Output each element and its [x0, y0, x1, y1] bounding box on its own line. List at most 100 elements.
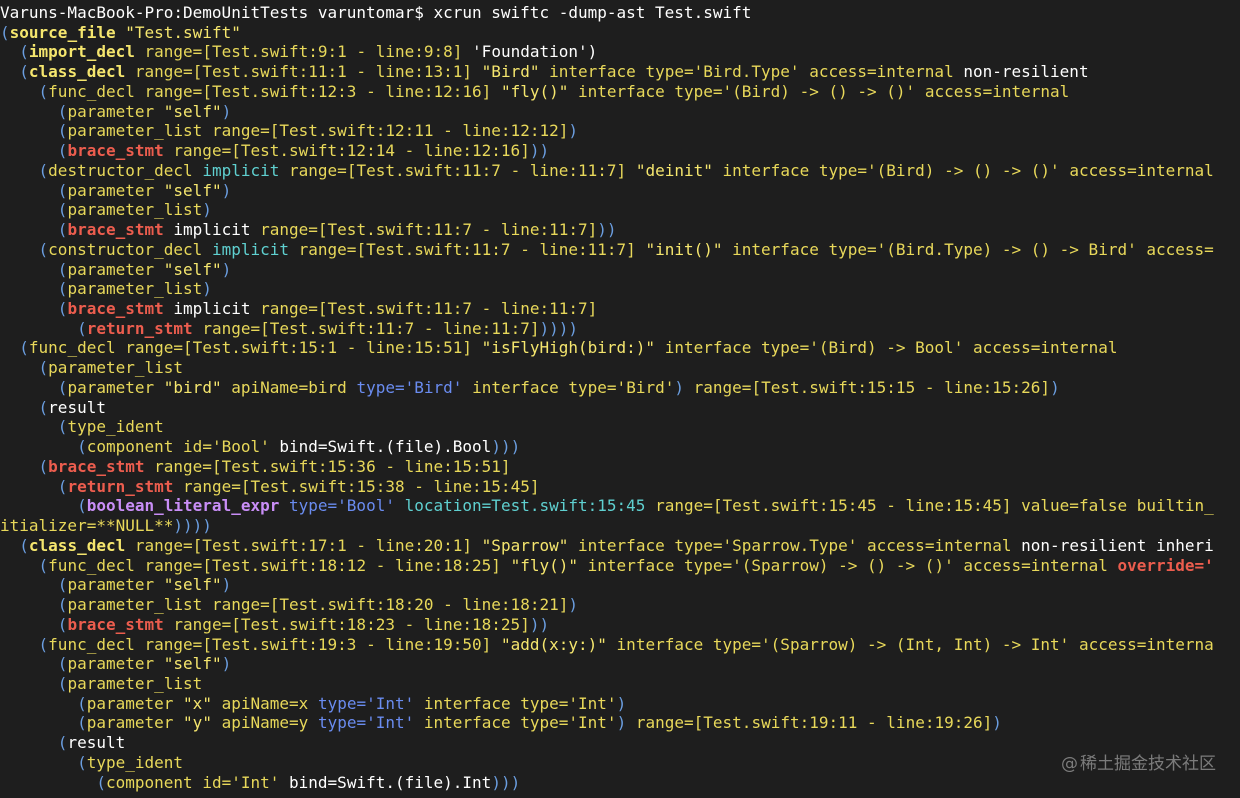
ast-token: type='Bool': [289, 496, 395, 516]
ast-token: "bird": [163, 377, 222, 397]
ast-token: [0, 773, 96, 792]
ast-token: range=[Test.swift:11:1 - line:13:1]: [134, 62, 473, 82]
ast-token: [0, 141, 58, 160]
terminal-window[interactable]: Varuns-MacBook-Pro:DemoUnitTests varunto…: [0, 0, 1240, 798]
ast-token: [1137, 240, 1147, 259]
ast-token: access=internal: [867, 535, 1012, 555]
ast-token: range=[Test.swift:11:7 - line:11:7]: [260, 299, 598, 319]
ast-token: (: [38, 555, 49, 575]
ast-token: parameter_list: [67, 673, 203, 693]
ast-output-line: (parameter_list): [0, 279, 1240, 299]
ast-token: access=internal: [809, 62, 954, 82]
ast-token: "self": [163, 180, 222, 200]
ast-token: [684, 378, 694, 397]
ast-token: type_ident: [86, 752, 184, 772]
ast-output-line: (brace_stmt range=[Test.swift:15:36 - li…: [0, 457, 1240, 477]
ast-token: [655, 338, 665, 357]
ast-token: [279, 496, 289, 515]
ast-token: range=[Test.swift:15:15 - line:15:26]: [693, 377, 1051, 397]
ast-token: interface type='(Sparrow) -> () -> ()': [587, 555, 954, 575]
ast-token: id='Int': [202, 772, 280, 792]
ast-token: implicit: [173, 220, 251, 240]
ast-token: range=[Test.swift:19:3 - line:19:50]: [144, 634, 492, 654]
ast-token: [0, 496, 77, 515]
ast-token: [568, 536, 578, 555]
ast-token: range=[Test.swift:15:38 - line:15:45]: [183, 476, 540, 496]
ast-token: [308, 713, 318, 732]
ast-token: (: [77, 693, 87, 713]
ast-output-line: (brace_stmt implicit range=[Test.swift:1…: [0, 299, 1240, 319]
ast-token: [501, 556, 511, 575]
ast-token: [723, 240, 733, 259]
ast-token: [308, 694, 318, 713]
ast-token: "deinit": [635, 160, 713, 180]
ast-output-line: (class_decl range=[Test.swift:17:1 - lin…: [0, 536, 1240, 556]
ast-token: interface type='Sparrow.Type': [578, 535, 858, 555]
ast-token: [347, 378, 357, 397]
ast-token: range=[Test.swift:17:1 - line:20:1]: [134, 535, 473, 555]
ast-token: override=': [1117, 555, 1214, 575]
ast-token: [250, 220, 260, 239]
ast-token: [626, 713, 636, 732]
ast-token: range=[Test.swift:15:36 - line:15:51]: [154, 456, 511, 476]
ast-token: [0, 398, 39, 417]
ast-token: return_stmt: [67, 476, 174, 496]
ast-token: component: [86, 437, 174, 457]
ast-token: ): [568, 595, 578, 615]
ast-token: func_decl: [48, 555, 135, 575]
ast-token: [0, 319, 77, 338]
ast-token: brace_stmt: [48, 456, 145, 476]
ast-token: interface type='(Bird.Type) -> () -> Bir…: [732, 239, 1137, 259]
ast-output-line: (result: [0, 733, 1240, 753]
ast-token: ): [221, 259, 232, 279]
ast-token: [154, 378, 164, 397]
ast-token: interface type='Int': [423, 693, 617, 713]
ast-token: [125, 62, 135, 81]
ast-output-line: (parameter "self"): [0, 181, 1240, 201]
ast-token: brace_stmt: [67, 141, 164, 161]
ast-token: parameter_list: [67, 595, 203, 615]
ast-token: [0, 200, 58, 219]
ast-token: range=[Test.swift:11:7 - line:11:7]: [260, 220, 598, 240]
ast-token: parameter_list: [67, 200, 203, 220]
ast-token: brace_stmt: [67, 220, 164, 240]
ast-token: [0, 477, 58, 496]
ast-token: [279, 161, 289, 180]
ast-output-line: (parameter "x" apiName=x type='Int' inte…: [0, 694, 1240, 714]
ast-token: func_decl: [48, 81, 135, 101]
ast-token: (: [0, 22, 10, 42]
ast-token: (: [57, 121, 68, 141]
ast-token: [154, 260, 164, 279]
ast-output-line: (return_stmt range=[Test.swift:11:7 - li…: [0, 319, 1240, 339]
ast-token: range=[Test.swift:19:11 - line:19:26]: [635, 713, 993, 733]
ast-token: [0, 62, 19, 81]
ast-token: type='Bird': [356, 377, 463, 397]
ast-token: (: [57, 417, 68, 437]
ast-token: interface type='Bird.Type': [549, 62, 800, 82]
ast-output-line: (parameter_list range=[Test.swift:18:20 …: [0, 595, 1240, 615]
ast-token: location=Test.swift:15:45: [404, 496, 646, 516]
ast-token: access=internal: [924, 81, 1070, 101]
ast-token: implicit: [202, 160, 280, 180]
ast-token: import_decl: [28, 42, 135, 62]
ast-token: apiName=x: [221, 693, 309, 713]
ast-token: )): [529, 141, 550, 161]
ast-token: [164, 141, 174, 160]
ast-token: (: [57, 220, 68, 240]
ast-token: [0, 595, 58, 614]
ast-token: [462, 378, 472, 397]
ast-token: type_ident: [67, 417, 164, 437]
ast-token: parameter: [67, 101, 155, 121]
ast-token: [1012, 496, 1022, 515]
ast-token: "fly()": [500, 81, 569, 101]
ast-output-line: (parameter "self"): [0, 102, 1240, 122]
ast-token: [0, 417, 58, 436]
ast-token: [462, 42, 472, 61]
ast-token: [915, 82, 925, 101]
ast-token: ): [221, 575, 232, 595]
ast-token: "Sparrow": [481, 535, 569, 555]
ast-token: [202, 595, 212, 614]
ast-token: "add(x:y:)": [500, 634, 607, 654]
ast-token: boolean_literal_expr: [86, 496, 280, 516]
ast-token: (: [38, 81, 49, 101]
